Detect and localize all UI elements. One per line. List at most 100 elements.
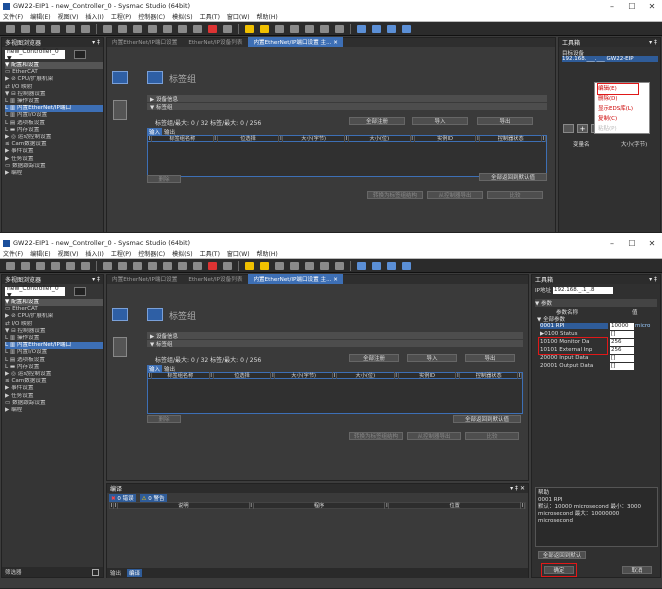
column-header[interactable]: 位选择	[218, 135, 280, 142]
column-header[interactable]: I	[518, 372, 523, 379]
tree-item[interactable]: ▶ 事件设置	[5, 385, 103, 392]
column-header[interactable]: 实例ID	[415, 135, 477, 142]
menu-project[interactable]: 工程(P)	[111, 249, 131, 258]
compare-icon[interactable]	[178, 24, 187, 33]
build-icon[interactable]	[133, 261, 142, 270]
export-button[interactable]: 导出	[465, 354, 515, 362]
monitor-icon[interactable]	[193, 261, 202, 270]
menu-insert[interactable]: 插入(I)	[85, 12, 103, 21]
export-from-controller-button[interactable]: 从控制器导出	[407, 432, 461, 440]
tree-item[interactable]: ▶ 编程	[5, 407, 103, 414]
compare-button[interactable]: 比较	[465, 432, 519, 440]
filter-checkbox[interactable]	[92, 568, 99, 576]
register-all-button[interactable]: 全部注册	[349, 354, 399, 362]
cancel-button[interactable]: 取消	[622, 566, 652, 574]
simulate-icon[interactable]	[320, 261, 329, 270]
param-value-field[interactable]: 10000	[610, 322, 634, 330]
tree-item[interactable]: ⇄ I/O 映射	[5, 84, 103, 91]
copy-icon[interactable]	[21, 261, 30, 270]
tree-item[interactable]: L ▥ 内置EtherNet/IP端口	[5, 342, 103, 350]
tree-item[interactable]: ▶ ◎ 运动控制设置	[5, 371, 103, 378]
download-icon[interactable]	[290, 261, 299, 270]
column-header[interactable]: 控制器状态	[480, 135, 543, 142]
column-header[interactable]: I	[542, 135, 547, 142]
close-button[interactable]: ✕	[642, 239, 662, 248]
stop-icon[interactable]	[208, 24, 217, 33]
section-device-info[interactable]: ▶ 设备信息	[147, 95, 547, 103]
param-value-field[interactable]: []	[610, 362, 634, 370]
column-header[interactable]: 大小(字节)	[283, 135, 346, 142]
controller-select[interactable]: new_Controller_0 ▼	[5, 285, 65, 299]
grid-icon[interactable]	[163, 24, 172, 33]
simulate-icon[interactable]	[320, 24, 329, 33]
param-value-field[interactable]: 256	[610, 346, 634, 354]
menu-help[interactable]: 帮助(H)	[257, 12, 278, 21]
params-section[interactable]: ▼ 参数	[535, 299, 657, 307]
param-value-field[interactable]: 256	[610, 338, 634, 346]
cut-icon[interactable]	[6, 261, 15, 270]
tree-item[interactable]: ▭ 数据跟踪设置	[5, 163, 103, 170]
delete-button[interactable]: 删除	[147, 415, 181, 423]
tree-item[interactable]: L ▤ 选项板设置	[5, 120, 103, 127]
undo-icon[interactable]	[66, 24, 75, 33]
upload-icon[interactable]	[305, 24, 314, 33]
menu-simulation[interactable]: 模拟(S)	[172, 249, 193, 258]
transfer-icon[interactable]	[260, 24, 269, 33]
tree-item[interactable]: L ▬ 内存设置	[5, 127, 103, 134]
tree-item[interactable]: ▼ 配置和设置	[5, 62, 103, 70]
sync-icon[interactable]	[275, 261, 284, 270]
zoom-out-icon[interactable]	[387, 261, 396, 270]
redo-icon[interactable]	[81, 261, 90, 270]
tab-port-settings[interactable]: 内置EtherNet/IP端口设置	[107, 274, 182, 284]
restore-all-button[interactable]: 全部返回到默认值	[479, 173, 547, 181]
run-icon[interactable]	[335, 261, 344, 270]
column-header[interactable]: 位选择	[214, 372, 272, 379]
menu-controller[interactable]: 控制器(C)	[138, 249, 165, 258]
column-header[interactable]: 标签组名称	[152, 372, 210, 379]
cross-ref-icon[interactable]	[148, 261, 157, 270]
column-header[interactable]: 控制器状态	[460, 372, 519, 379]
tree-item[interactable]: ▼ ⊟ 控制器设置	[5, 328, 103, 335]
export-button[interactable]: 导出	[477, 117, 533, 125]
maximize-button[interactable]: ☐	[622, 239, 642, 248]
minimize-button[interactable]: –	[602, 239, 622, 248]
monitor-icon[interactable]	[193, 24, 202, 33]
menu-tools[interactable]: 工具(T)	[200, 12, 220, 21]
menu-edit[interactable]: 编辑(E)	[30, 249, 50, 258]
menu-file[interactable]: 文件(F)	[3, 12, 23, 21]
maximize-button[interactable]: ☐	[622, 2, 642, 11]
ip-address-field[interactable]: 192.168._.1_.8	[552, 286, 613, 294]
tree-item[interactable]: L ▬ 内存设置	[5, 364, 103, 371]
section-tag-group[interactable]: ▼ 标签组	[147, 340, 523, 348]
filter-label[interactable]: 筛选器	[5, 568, 22, 576]
tab-device-list[interactable]: EtherNet/IP设备列表	[183, 274, 247, 284]
warning-icon[interactable]	[245, 24, 254, 33]
warning-filter-badge[interactable]: ⚠ 0 警告	[139, 494, 167, 502]
error-filter-badge[interactable]: ✖ 0 错误	[109, 494, 136, 502]
paste-icon[interactable]	[36, 24, 45, 33]
tree-item[interactable]: L ▥ 操作设置	[5, 98, 103, 105]
import-button[interactable]: 导入	[412, 117, 468, 125]
menu-insert[interactable]: 插入(I)	[85, 249, 103, 258]
menu-controller[interactable]: 控制器(C)	[138, 12, 165, 21]
toolbox-pin-button[interactable]: ▾ ‡	[649, 276, 657, 283]
menu-view[interactable]: 视图(V)	[58, 12, 79, 21]
restore-all-button[interactable]: 全部返回到默认值	[453, 415, 521, 423]
column-header[interactable]: I	[521, 502, 526, 509]
grid-icon[interactable]	[163, 261, 172, 270]
column-header[interactable]: 大小(字节)	[275, 372, 334, 379]
convert-button[interactable]: 转换为标签组结构	[367, 191, 423, 199]
column-header[interactable]: 大小(位)	[349, 135, 411, 142]
tree-item[interactable]: ▭ EtherCAT	[5, 69, 103, 76]
param-row[interactable]: 0001 RPI 10000 micro	[540, 322, 650, 330]
cut-icon[interactable]	[6, 24, 15, 33]
context-show-eds[interactable]: 显示EDS库(L)	[595, 103, 649, 113]
device-icon[interactable]	[563, 124, 574, 133]
online-icon[interactable]	[223, 24, 232, 33]
target-device-item[interactable]: 192.168.___.___ GW22-EIP	[562, 56, 658, 62]
menu-window[interactable]: 窗口(W)	[227, 12, 250, 21]
tree-item[interactable]: ≤ Cam数据设置	[5, 378, 103, 385]
cross-ref-icon[interactable]	[148, 24, 157, 33]
context-copy[interactable]: 复制(C)	[595, 113, 649, 123]
tree-item[interactable]: L ▤ 选项板设置	[5, 357, 103, 364]
